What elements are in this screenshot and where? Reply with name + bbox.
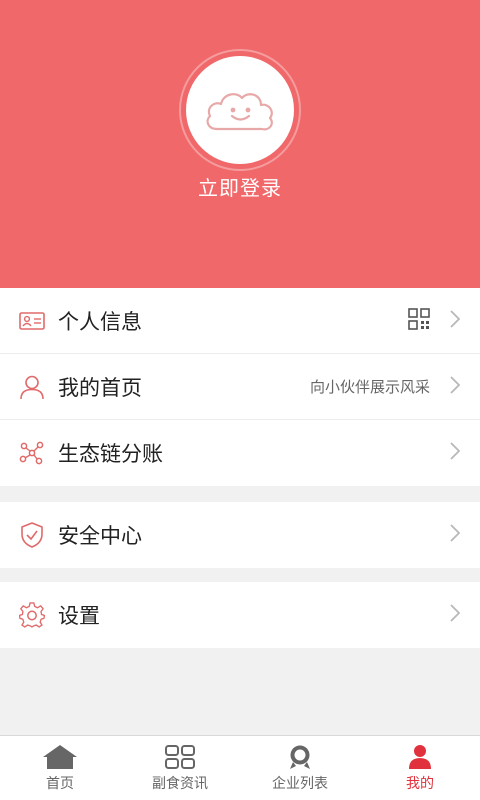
tab-label: 我的 bbox=[406, 776, 434, 792]
grid-icon bbox=[165, 743, 195, 771]
tab-label: 企业列表 bbox=[272, 776, 328, 792]
tab-company-list[interactable]: 企业列表 bbox=[240, 736, 360, 800]
chevron-right-icon bbox=[450, 309, 461, 332]
shield-check-icon bbox=[18, 521, 46, 549]
qr-code-icon[interactable] bbox=[408, 307, 430, 334]
network-nodes-icon bbox=[18, 439, 46, 467]
gear-icon bbox=[18, 601, 46, 629]
chevron-right-icon bbox=[450, 375, 461, 398]
menu-label: 我的首页 bbox=[58, 375, 142, 400]
tab-mine[interactable]: 我的 bbox=[360, 736, 480, 800]
menu-item-ecosystem-split[interactable]: 生态链分账 bbox=[0, 420, 480, 486]
login-link[interactable]: 立即登录 bbox=[0, 172, 480, 201]
user-icon bbox=[408, 743, 432, 771]
menu-group-settings: 设置 bbox=[0, 582, 480, 648]
menu-label: 设置 bbox=[58, 604, 100, 628]
award-icon bbox=[286, 743, 314, 771]
menu-group-security: 安全中心 bbox=[0, 502, 480, 568]
id-card-icon bbox=[18, 307, 46, 335]
user-outline-icon bbox=[18, 373, 46, 401]
chevron-right-icon bbox=[450, 442, 461, 464]
tab-label: 副食资讯 bbox=[152, 776, 208, 792]
chevron-right-icon bbox=[450, 604, 461, 626]
profile-header: 立即登录 bbox=[0, 0, 480, 288]
tab-food-news[interactable]: 副食资讯 bbox=[120, 736, 240, 800]
avatar[interactable] bbox=[186, 56, 294, 164]
menu-note: 向小伙伴展示风采 bbox=[309, 378, 430, 396]
chevron-right-icon bbox=[450, 524, 461, 546]
menu-label: 安全中心 bbox=[58, 524, 142, 548]
menu-item-personal-info[interactable]: 个人信息 bbox=[0, 288, 480, 354]
menu-label: 生态链分账 bbox=[58, 442, 163, 466]
tab-home[interactable]: 首页 bbox=[0, 736, 120, 800]
menu-label: 个人信息 bbox=[58, 309, 142, 334]
home-icon bbox=[42, 743, 78, 771]
tab-label: 首页 bbox=[46, 776, 74, 792]
menu-item-security-center[interactable]: 安全中心 bbox=[0, 502, 480, 568]
menu-group-profile: 个人信息 我的首页 向小伙伴展示风采 生态链分账 bbox=[0, 288, 480, 486]
bottom-tab-bar: 首页 副食资讯 企业列表 我的 bbox=[0, 735, 480, 800]
menu-item-settings[interactable]: 设置 bbox=[0, 582, 480, 648]
menu-item-my-homepage[interactable]: 我的首页 向小伙伴展示风采 bbox=[0, 354, 480, 420]
cloud-smiley-icon bbox=[206, 93, 273, 131]
